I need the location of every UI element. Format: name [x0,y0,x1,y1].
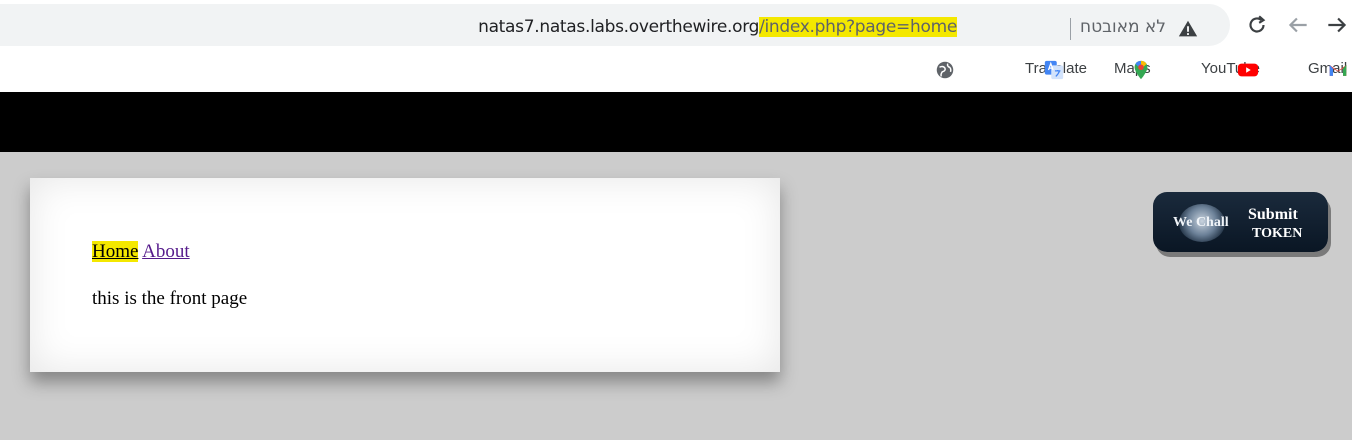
address-bar[interactable]: natas7.natas.labs.overthewire.org/index.… [0,4,1230,46]
gmail-icon [1329,65,1347,76]
bookmarks-bar: Gmail YouTube Maps Translate [0,50,1352,92]
page-header-bar [0,92,1352,152]
address-separator [1070,18,1071,40]
security-label[interactable]: לא מאובטח [1080,17,1166,37]
page-body-text: this is the front page [92,288,248,309]
nav-link-about[interactable]: About [142,241,190,262]
url-text[interactable]: natas7.natas.labs.overthewire.org/index.… [478,17,957,37]
warning-icon[interactable] [1177,18,1199,40]
forward-arrow-icon[interactable] [1324,12,1350,38]
content-panel: Home About this is the front page [30,178,780,372]
globe-icon[interactable] [934,59,956,81]
url-host: natas7.natas.labs.overthewire.org [478,17,760,37]
submit-token-label-top: Submit [1248,206,1298,223]
submit-token-label-bottom: TOKEN [1252,226,1303,241]
reload-icon[interactable] [1244,12,1270,38]
browser-toolbar: natas7.natas.labs.overthewire.org/index.… [0,0,1352,50]
youtube-icon [1237,63,1259,77]
wechall-logo-text: We Chall [1173,215,1229,230]
submit-token-button[interactable]: We Chall Submit TOKEN [1153,192,1328,252]
url-path: /index.php?page=home [759,17,957,37]
google-maps-icon [1134,60,1148,80]
page-nav: Home About [92,241,190,263]
google-translate-icon [1044,60,1064,80]
back-arrow-icon[interactable] [1285,12,1311,38]
nav-link-home[interactable]: Home [92,241,139,262]
